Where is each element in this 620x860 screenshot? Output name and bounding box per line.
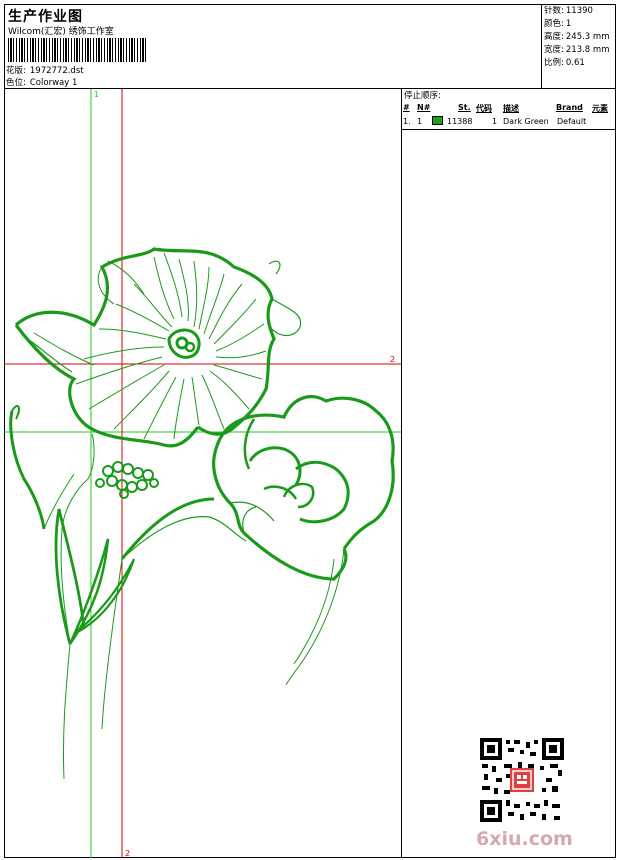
qr-code bbox=[480, 738, 564, 822]
stat-colors: 颜色: 1 bbox=[544, 19, 572, 29]
embroidery-drawing: 1 2 2 bbox=[4, 89, 401, 858]
design-canvas: 1 2 2 bbox=[4, 89, 402, 858]
stats-panel: 针数: 11390 颜色: 1 高度: 245.3 mm 宽度: 213.8 mm 比例… bbox=[541, 4, 616, 89]
barcode bbox=[8, 38, 148, 62]
row-num: 1. bbox=[403, 117, 411, 126]
design-label: 花版: bbox=[6, 66, 26, 76]
green-vertical-label: 1 bbox=[94, 90, 99, 99]
stat-height: 高度: 245.3 mm bbox=[544, 32, 610, 42]
row-brand: Default bbox=[557, 117, 587, 126]
stat-scale: 比例: 0.61 bbox=[544, 58, 585, 68]
flower-embroidery bbox=[9, 247, 395, 780]
stop-table-divider bbox=[402, 129, 616, 130]
col-header-n: N# bbox=[417, 103, 431, 112]
header: 生产作业图 Wilcom(汇宏) 绣饰工作室 花版: 1972772.dst 色位… bbox=[4, 4, 616, 89]
red-horizontal-label: 2 bbox=[390, 355, 395, 364]
row-n: 1 bbox=[417, 117, 423, 126]
col-header-desc: 描述 bbox=[503, 104, 519, 113]
red-vertical-label: 2 bbox=[125, 849, 130, 858]
col-header-st: St. bbox=[458, 103, 471, 112]
col-header-code: 代码 bbox=[476, 104, 492, 113]
stop-sequence-title: 停止顺序: bbox=[404, 91, 441, 101]
watermark: 6xiu.com bbox=[476, 828, 573, 850]
col-header-num: # bbox=[403, 103, 410, 112]
stat-width: 宽度: 213.8 mm bbox=[544, 45, 610, 55]
col-header-element: 元素 bbox=[592, 104, 608, 113]
stat-stitches: 针数: 11390 bbox=[544, 6, 593, 16]
row-code: 1 bbox=[492, 117, 498, 126]
design-value: 1972772.dst bbox=[29, 66, 84, 76]
page-title: 生产作业图 bbox=[8, 9, 83, 25]
row-description: Dark Green bbox=[503, 117, 549, 126]
row-stitches: 11388 bbox=[447, 117, 473, 126]
company-name: Wilcom(汇宏) 绣饰工作室 bbox=[8, 27, 114, 37]
colorway-value: Colorway 1 bbox=[29, 78, 78, 88]
design-row: 花版: 1972772.dst bbox=[6, 64, 84, 76]
thread-color-swatch bbox=[432, 116, 443, 125]
col-header-brand: Brand bbox=[556, 103, 583, 112]
colorway-row: 色位: Colorway 1 bbox=[6, 76, 77, 88]
colorway-label: 色位: bbox=[6, 78, 26, 88]
